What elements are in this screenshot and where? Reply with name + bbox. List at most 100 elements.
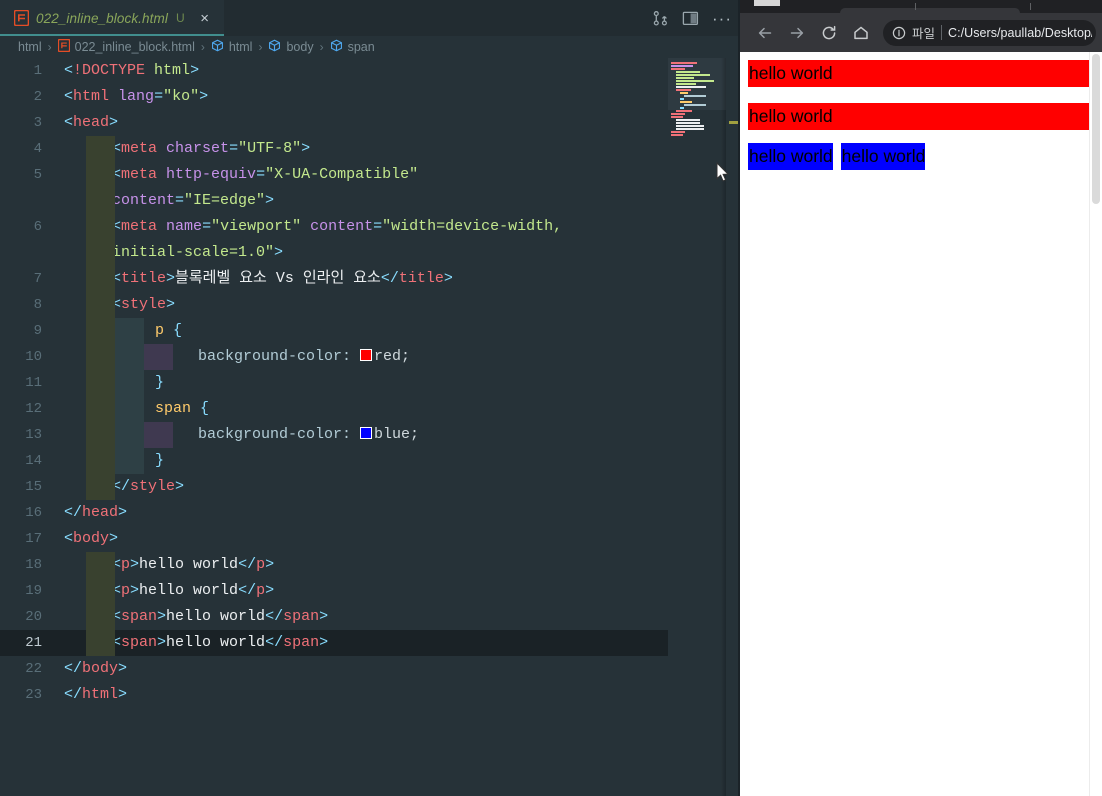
css-selector: span [155, 400, 192, 417]
css-selector: p [155, 322, 165, 339]
chevron-right-icon: › [47, 40, 52, 54]
breadcrumb-item-folder[interactable]: html [18, 40, 42, 54]
symbol-field-icon [211, 39, 224, 55]
editor-tab-022-inline-block[interactable]: 022_inline_block.html U × [0, 0, 224, 36]
browser-toolbar: 파일 C:/Users/paullab/Desktop/FE2/html/ [740, 13, 1102, 52]
rendered-span-row: hello world hello world [748, 143, 1094, 170]
code-line-wrapped: initial-scale=1.0"> [0, 240, 740, 266]
info-circle-icon[interactable] [892, 26, 906, 40]
breadcrumb-item-file[interactable]: 022_inline_block.html [57, 38, 195, 55]
line-number: 9 [33, 323, 42, 339]
back-icon[interactable] [750, 18, 780, 48]
line-number: 10 [25, 349, 42, 365]
color-swatch-blue [360, 427, 373, 439]
code-line: 6 <meta name="viewport" content="width=d… [0, 214, 740, 240]
minimap[interactable] [668, 58, 726, 796]
editor-tab-badge: U [175, 11, 185, 25]
breadcrumb-item-span[interactable]: span [330, 39, 375, 55]
editor-tab-filename: 022_inline_block.html [36, 10, 168, 26]
line-number: 16 [25, 505, 42, 521]
code-line-wrapped: content="IE=edge"> [0, 188, 740, 214]
css-value: red; [374, 348, 411, 365]
line-number: 13 [25, 427, 42, 443]
url-scheme-label: 파일 [912, 27, 936, 41]
code-line: 3 <head> [0, 110, 740, 136]
line-number: 12 [25, 401, 42, 417]
code-line: 14 } [0, 448, 740, 474]
chevron-right-icon: › [319, 40, 324, 54]
breadcrumb-label: body [286, 40, 314, 54]
omnibox-divider [941, 25, 943, 40]
code-lines: 1 <!DOCTYPE html> 2 <html lang="ko"> 3 <… [0, 58, 740, 796]
line-number: 11 [25, 375, 42, 391]
browser-scrollbar-thumb[interactable] [1092, 54, 1100, 204]
line-number: 23 [25, 687, 42, 703]
line-number: 1 [33, 63, 42, 79]
rendered-span: hello world [748, 143, 833, 170]
code-line: 11 } [0, 370, 740, 396]
line-number: 14 [25, 453, 42, 469]
code-editor[interactable]: 1 <!DOCTYPE html> 2 <html lang="ko"> 3 <… [0, 58, 740, 796]
body-text: hello world [139, 582, 239, 599]
code-line: 20 <span>hello world</span> [0, 604, 740, 630]
code-line: 4 <meta charset="UTF-8"> [0, 136, 740, 162]
line-number: 8 [33, 297, 42, 313]
compare-changes-icon[interactable] [652, 10, 669, 27]
breadcrumb: html › 022_inline_block.html › html › bo… [0, 36, 740, 58]
code-line: 17 <body> [0, 526, 740, 552]
code-line: 9 p { [0, 318, 740, 344]
line-number: 15 [25, 479, 42, 495]
code-line: 19 <p>hello world</p> [0, 578, 740, 604]
breadcrumb-item-body[interactable]: body [268, 39, 314, 55]
rendered-paragraph: hello world [748, 103, 1089, 130]
line-number: 20 [25, 609, 42, 625]
browser-tab-strip [740, 0, 1102, 13]
address-bar[interactable]: 파일 C:/Users/paullab/Desktop/FE2/html/ [883, 19, 1096, 46]
code-line: 23 </html> [0, 682, 740, 708]
browser-viewport: hello world hello world hello world hell… [740, 52, 1102, 796]
breadcrumb-label: span [347, 40, 375, 54]
breadcrumb-item-html[interactable]: html [211, 39, 253, 55]
breadcrumb-label: html [228, 40, 253, 54]
line-number: 4 [33, 141, 42, 157]
breadcrumb-label: html [18, 40, 42, 54]
code-line: 13 background-color: blue; [0, 422, 740, 448]
split-editor-icon[interactable] [682, 10, 699, 27]
vscode-editor-pane: 022_inline_block.html U × ··· html › 022… [0, 0, 740, 796]
code-line: 22 </body> [0, 656, 740, 682]
home-icon[interactable] [846, 18, 876, 48]
line-number: 17 [25, 531, 42, 547]
breadcrumb-label: 022_inline_block.html [74, 40, 195, 54]
symbol-field-icon [330, 39, 343, 55]
symbol-field-icon [268, 39, 281, 55]
css-property: background-color: [198, 426, 352, 443]
reload-icon[interactable] [814, 18, 844, 48]
forward-icon[interactable] [782, 18, 812, 48]
code-line: 15 </style> [0, 474, 740, 500]
code-line: 12 span { [0, 396, 740, 422]
line-number: 7 [33, 271, 42, 287]
code-line: 10 background-color: red; [0, 344, 740, 370]
line-number: 6 [33, 219, 42, 235]
line-number: 5 [33, 167, 42, 183]
rendered-paragraph: hello world [748, 60, 1089, 87]
chevron-right-icon: › [200, 40, 205, 54]
more-actions-icon[interactable]: ··· [712, 10, 732, 27]
browser-scrollbar[interactable] [1089, 52, 1102, 796]
line-number: 2 [33, 89, 42, 105]
code-line: 16 </head> [0, 500, 740, 526]
css-property: background-color: [198, 348, 352, 365]
line-number: 3 [33, 115, 42, 131]
screen-root: 022_inline_block.html U × ··· html › 022… [0, 0, 1102, 796]
code-line: 2 <html lang="ko"> [0, 84, 740, 110]
code-line: 18 <p>hello world</p> [0, 552, 740, 578]
code-line: 5 <meta http-equiv="X-UA-Compatible" [0, 162, 740, 188]
browser-window: 파일 C:/Users/paullab/Desktop/FE2/html/ he… [740, 0, 1102, 796]
line-number: 19 [25, 583, 42, 599]
body-text: hello world [166, 608, 266, 625]
rendered-span: hello world [840, 143, 926, 170]
code-line: 7 <title>블록레벨 요소 Vs 인라인 요소</title> [0, 266, 740, 292]
css-value: blue; [374, 426, 420, 443]
close-icon[interactable]: × [196, 11, 214, 26]
line-number: 22 [25, 661, 42, 677]
